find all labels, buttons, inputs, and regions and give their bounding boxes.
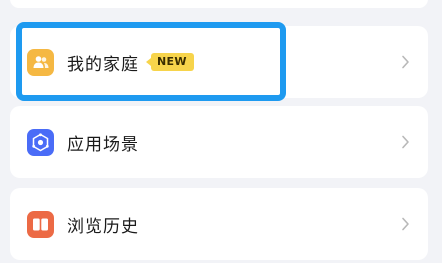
menu-item-app-scenes[interactable]: 应用场景 [10,106,428,178]
new-badge: NEW [146,53,194,71]
menu-item-browse-history[interactable]: 浏览历史 [10,188,428,260]
previous-card [10,0,428,8]
family-icon [27,48,54,76]
menu-item-my-family[interactable]: 我的家庭 NEW [10,26,428,98]
chevron-right-icon [402,135,409,149]
menu-item-label: 我的家庭 [67,54,139,75]
menu-item-label: 浏览历史 [67,216,139,237]
menu-item-label: 应用场景 [67,134,139,155]
chevron-right-icon [402,55,409,69]
scene-icon [27,128,54,156]
chevron-right-icon [402,217,409,231]
book-icon [27,210,54,238]
